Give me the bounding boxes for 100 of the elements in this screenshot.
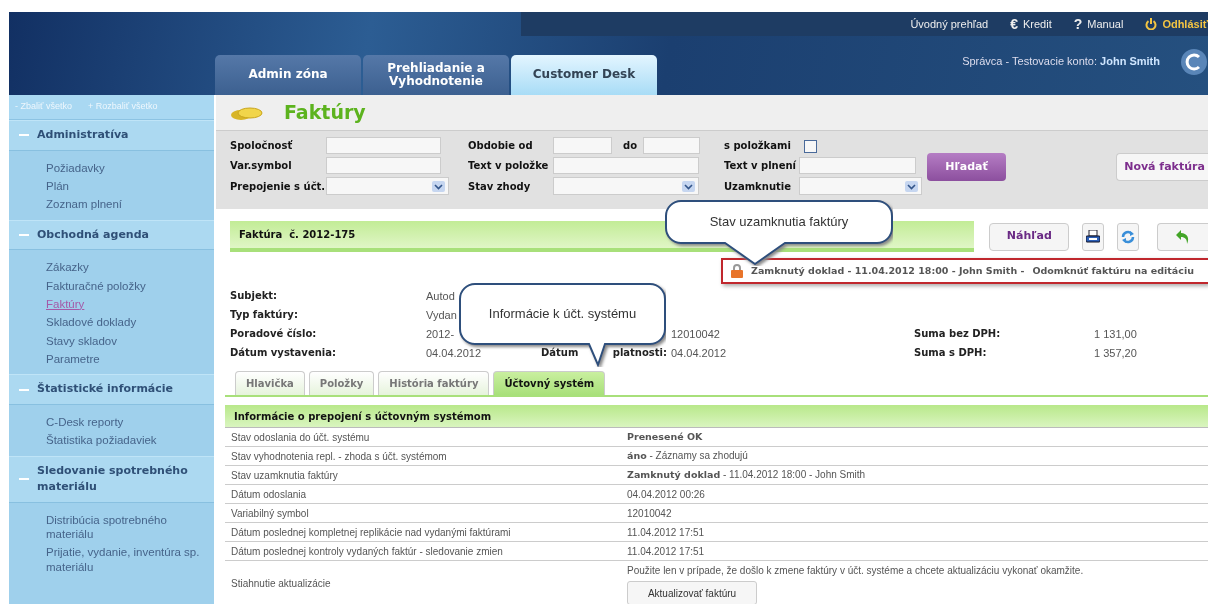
new-invoice-button[interactable]: Nová faktúra — [1116, 153, 1208, 181]
sidebar-item[interactable]: Plán — [46, 176, 214, 196]
input-field[interactable] — [326, 157, 441, 174]
dropdown-icon — [905, 181, 918, 192]
field-label: Text v plnení — [724, 159, 798, 173]
field-label: Var.symbol — [230, 159, 293, 173]
detail-value: 1 357,20 — [1094, 346, 1137, 361]
update-invoice-button[interactable]: Aktualizovať faktúru — [627, 581, 757, 604]
unlock-link[interactable]: Odomknúť faktúru na editáciu — [1032, 263, 1194, 279]
callout-text: Informácie k účt. systému — [487, 305, 638, 324]
back-button[interactable] — [1157, 222, 1208, 251]
padlock-icon — [731, 264, 743, 278]
sidebar-item[interactable]: Parametre — [46, 350, 214, 369]
detail-tab[interactable]: Účtovný systém — [493, 371, 606, 395]
input-field[interactable] — [553, 137, 612, 154]
search-button[interactable]: Hľadať — [927, 153, 1006, 181]
logout-link[interactable]: Odhlásiť — [1145, 15, 1208, 33]
table-cell-text: Variabilný symbol — [230, 506, 310, 521]
detail-value: 04.04.2012 — [426, 346, 482, 361]
detail-tab[interactable]: Položky — [308, 371, 375, 395]
section-header[interactable]: Štatistické informácie — [9, 374, 214, 405]
user-info: Správca - Testovacie konto: John Smith — [962, 54, 1160, 70]
detail-value: Autod — [426, 289, 455, 304]
section-header[interactable]: Sledovanie spotrebného materiálu — [9, 455, 214, 503]
field-label: Spoločnosť — [230, 139, 294, 153]
sidebar-item[interactable]: Stavy skladov — [46, 331, 214, 350]
select-field[interactable] — [799, 177, 922, 195]
detail-tab[interactable]: História faktúry — [378, 371, 490, 395]
table-cell-text: Stav vyhodnotenia repl. - zhoda s účt. systémom — [230, 449, 448, 464]
sidebar-item[interactable]: Faktúry — [46, 294, 214, 314]
table-cell-text: áno - Záznamy sa zhodujú — [627, 449, 749, 464]
lock-status: Zamknutý doklad - 11.04.2012 18:00 - John Smith - — [751, 263, 1025, 278]
detail-label: Suma s DPH: — [914, 346, 988, 360]
coins-icon — [230, 104, 264, 121]
detail-label: Subjekt: — [230, 289, 279, 303]
detail-label: platnosti: — [612, 346, 667, 360]
icon-glyph: ? — [1073, 14, 1083, 34]
dropdown-icon — [682, 181, 695, 192]
select-field[interactable] — [326, 177, 449, 195]
main-tab[interactable]: Prehliadanie a Vyhodnotenie — [363, 55, 509, 95]
preview-button[interactable]: Náhľad — [989, 222, 1070, 251]
section-title: Štatistické informácie — [37, 381, 174, 398]
table-cell-text: Zamknutý doklad - 11.04.2012 18:00 - John Smith — [627, 468, 867, 483]
table-cell-text: Dátum poslednej kontroly vydaných faktúr - sledovanie zmien — [230, 544, 504, 559]
table-cell-text: 04.04.2012 00:26 — [627, 487, 706, 502]
input-field[interactable] — [799, 157, 916, 174]
logo-icon — [1180, 47, 1208, 76]
section-title: Administratíva — [37, 127, 129, 143]
detail-value: 12010042 — [671, 327, 720, 342]
detail-label: Poradové číslo: — [230, 327, 318, 341]
table-cell-text: 11.04.2012 17:51 — [627, 525, 706, 540]
input-field[interactable] — [642, 137, 700, 154]
printer-icon — [1086, 229, 1101, 244]
field-label: s položkami — [724, 139, 792, 153]
field-label: Text v položke — [468, 159, 550, 173]
detail-value: 2012- — [426, 327, 455, 342]
field-label: Obdobie od — [468, 139, 534, 153]
field-label: Stav zhody — [468, 179, 532, 194]
sidebar-item[interactable]: Distribúcia spotrebného materiálu — [46, 510, 214, 544]
input-field[interactable] — [326, 137, 441, 154]
table-cell-text: 11.04.2012 17:51 — [627, 544, 706, 559]
refresh-button[interactable] — [1117, 222, 1140, 251]
checkbox[interactable] — [804, 139, 817, 153]
sidebar-item[interactable]: Fakturačné položky — [46, 276, 214, 295]
section-header-bar: Informácie o prepojení s účtovným systémom — [225, 405, 1208, 428]
table-cell-text: Stiahnutie aktualizácie — [230, 576, 332, 591]
nav-link-item[interactable]: Úvodný prehľad — [910, 15, 989, 33]
detail-value: 04.04.2012 — [671, 346, 727, 361]
dropdown-icon — [432, 181, 445, 192]
detail-label: Typ faktúry: — [230, 308, 299, 322]
table-cell-text: Dátum odoslania — [230, 487, 308, 502]
icon-glyph: € — [1010, 14, 1018, 34]
note-text: Použite len v prípade, že došlo k zmene faktúry v účt. systéme a chcete aktualizáciu vykonať okamžite. — [627, 564, 1085, 578]
power-icon — [1145, 18, 1158, 30]
select-field[interactable] — [553, 177, 699, 195]
field-label: Uzamknutie — [724, 179, 792, 194]
detail-tab[interactable]: Hlavička — [235, 371, 305, 395]
field-label: Prepojenie s účt. — [230, 179, 326, 194]
refresh-icon — [1120, 228, 1137, 245]
sidebar-item[interactable]: Požiadavky — [46, 158, 214, 177]
nav-link-item[interactable]: ? Manual — [1073, 13, 1124, 35]
main-tab[interactable]: Customer Desk — [511, 55, 657, 95]
sidebar-item[interactable]: Prijatie, vydanie, inventúra sp. materiálu — [46, 543, 214, 577]
input-field[interactable] — [553, 157, 699, 174]
nav-link-item[interactable]: € Kredit — [1010, 13, 1052, 35]
sidebar-item[interactable]: C-Desk reporty — [46, 412, 214, 432]
section-header[interactable]: Administratíva — [9, 120, 214, 151]
sidebar-item[interactable]: Skladové doklady — [46, 313, 214, 332]
field-label: do — [623, 139, 638, 153]
section-title: Obchodná agenda — [37, 226, 149, 243]
sidebar-item[interactable]: Štatistika požiadaviek — [46, 431, 214, 450]
detail-value: Vydan — [426, 308, 457, 323]
section-header[interactable]: Obchodná agenda — [9, 219, 214, 251]
table-cell-text: Dátum poslednej kompletnej replikácie nad vydanými faktúrami — [230, 525, 512, 540]
page-title: Faktúry — [284, 100, 366, 126]
sidebar-item[interactable]: Zákazky — [46, 258, 214, 277]
sidebar-item[interactable]: Zoznam plnení — [46, 195, 214, 214]
detail-value: 1 131,00 — [1094, 327, 1137, 342]
print-button[interactable] — [1082, 222, 1105, 251]
main-tab[interactable]: Admin zóna — [215, 55, 361, 95]
